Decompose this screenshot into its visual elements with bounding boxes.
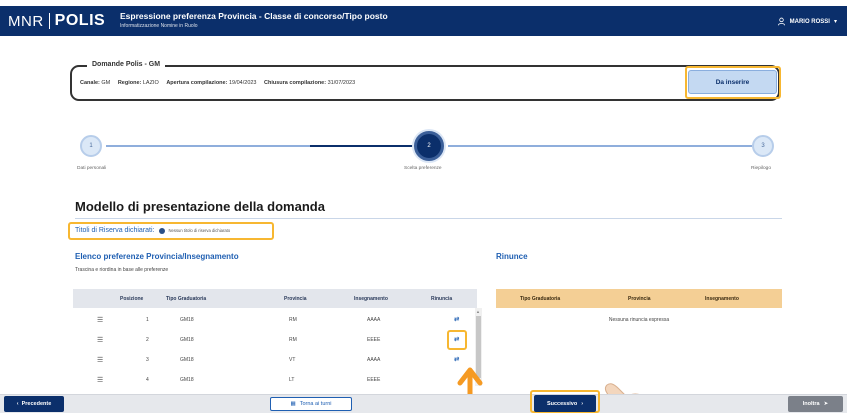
chiusura-value: 31/07/2023 xyxy=(327,80,356,86)
row-insegnamento: EEEE xyxy=(367,337,381,343)
step-1-label: Dati personali xyxy=(77,166,107,171)
rin-col-tipo: Tipo Graduatoria xyxy=(520,296,561,302)
rinunce-table-header: Tipo Graduatoria Provincia Insegnamento xyxy=(496,289,782,308)
step-2-label: Scelta preferenze xyxy=(404,166,442,171)
row-tipo: GM18 xyxy=(180,357,194,363)
apertura-label: Apertura compilazione: xyxy=(166,80,228,86)
step-1[interactable]: 1 xyxy=(80,135,102,157)
scroll-up-icon[interactable]: ▲ xyxy=(476,309,480,314)
titoli-label: Titoli di Riserva dichiarati: xyxy=(75,227,155,234)
app-logo[interactable]: MNR POLIS xyxy=(8,11,105,31)
chiusura-label: Chiusura compilazione: xyxy=(264,80,327,86)
page-title: Modello di presentazione della domanda xyxy=(75,199,325,214)
row-provincia: LT xyxy=(289,377,295,383)
next-label: Successivo xyxy=(546,400,578,407)
app-header: MNR POLIS Espressione preferenza Provinc… xyxy=(0,6,847,36)
chevron-down-icon: ▾ xyxy=(833,19,837,25)
info-icon xyxy=(158,227,165,234)
step-2[interactable]: 2 xyxy=(414,131,444,161)
row-provincia: VT xyxy=(289,357,296,363)
stepper-line-active xyxy=(310,145,415,147)
logo-separator xyxy=(48,13,50,29)
swap-highlight xyxy=(447,330,467,350)
rinunce-empty-message: Nessuna rinuncia espressa xyxy=(608,317,670,323)
domande-panel: Domande Polis - GM Canale: GM Regione: L… xyxy=(70,61,780,101)
previous-button[interactable]: ‹ Precedente xyxy=(4,396,64,412)
step-3[interactable]: 3 xyxy=(752,135,774,157)
submit-button[interactable]: Inoltra ➤ xyxy=(788,396,843,412)
user-name: MARIO ROSSI xyxy=(789,18,830,25)
row-provincia: RM xyxy=(289,337,297,343)
submit-label: Inoltra xyxy=(802,401,820,407)
send-icon: ➤ xyxy=(823,401,829,407)
row-posizione: 2 xyxy=(146,337,149,343)
logo-mnr: MNR xyxy=(8,12,44,30)
domande-legend: Domande Polis - GM xyxy=(87,61,166,68)
step-3-label: Riepilogo xyxy=(751,166,772,171)
table-row[interactable]: ☰ 3 GM18 VT AAAA ⇄ xyxy=(73,350,477,370)
user-menu[interactable]: MARIO ROSSI ▾ xyxy=(777,17,837,26)
row-insegnamento: AAAA xyxy=(367,317,381,323)
preferences-table-header: Posizione Tipo Graduatoria Provincia Ins… xyxy=(73,289,477,308)
drag-handle-icon[interactable]: ☰ xyxy=(97,376,103,384)
title-divider xyxy=(75,218,782,219)
row-insegnamento: AAAA xyxy=(367,357,381,363)
table-row[interactable]: ☰ 2 GM18 RM EEEE ⇄ xyxy=(73,330,477,350)
titoli-value: Nessun titolo di riserva dichiarato xyxy=(168,228,231,233)
swap-icon[interactable]: ⇄ xyxy=(454,355,459,363)
drag-handle-icon[interactable]: ☰ xyxy=(97,356,103,364)
row-provincia: RM xyxy=(289,317,297,323)
canale-value: GM xyxy=(101,80,111,86)
drag-handle-icon[interactable]: ☰ xyxy=(97,336,103,344)
row-tipo: GM18 xyxy=(180,317,194,323)
logo-polis: POLIS xyxy=(54,12,106,29)
col-provincia: Provincia xyxy=(284,296,307,302)
back-to-turni-button[interactable]: ▦ Torna ai turni xyxy=(270,397,352,411)
page-header-subtitle: Informatizzazione Nomine in Ruolo xyxy=(120,23,198,29)
rinunce-title: Rinunce xyxy=(496,252,528,261)
calendar-icon: ▦ xyxy=(290,401,296,407)
row-tipo: GM18 xyxy=(180,377,194,383)
regione-value: LAZIO xyxy=(142,80,159,86)
drag-handle-icon[interactable]: ☰ xyxy=(97,316,103,324)
canale-label: Canale: xyxy=(80,80,100,86)
elenco-title: Elenco preferenze Provincia/Insegnamento xyxy=(75,252,239,261)
table-row[interactable]: ☰ 4 GM18 LT EEEE xyxy=(73,370,477,390)
next-button[interactable]: Successivo › xyxy=(534,395,596,412)
back-to-turni-label: Torna ai turni xyxy=(299,401,332,407)
elenco-subtitle: Trascina e riordina in base alle prefere… xyxy=(75,267,169,273)
col-posizione: Posizione xyxy=(120,296,144,302)
apertura-value: 19/04/2023 xyxy=(228,80,257,86)
chevron-left-icon: ‹ xyxy=(16,401,19,407)
row-insegnamento: EEEE xyxy=(367,377,381,383)
footer-bar xyxy=(0,394,847,413)
previous-label: Precedente xyxy=(21,401,52,407)
swap-icon[interactable]: ⇄ xyxy=(454,315,459,323)
page-header-title: Espressione preferenza Provincia - Class… xyxy=(120,11,388,21)
stepper-line-right xyxy=(448,145,752,147)
domande-info: Canale: GM Regione: LAZIO Apertura compi… xyxy=(80,80,361,86)
chevron-right-icon: › xyxy=(581,400,584,407)
row-tipo: GM18 xyxy=(180,337,194,343)
col-tipo-graduatoria: Tipo Graduatoria xyxy=(166,296,207,302)
rin-col-provincia: Provincia xyxy=(628,296,651,302)
table-row[interactable]: ☰ 1 GM18 RM AAAA ⇄ xyxy=(73,310,477,330)
row-posizione: 1 xyxy=(146,317,149,323)
col-rinuncia: Rinuncia xyxy=(431,296,453,302)
titoli-riserva: Titoli di Riserva dichiarati: Nessun tit… xyxy=(75,227,230,234)
row-posizione: 3 xyxy=(146,357,149,363)
user-icon xyxy=(777,17,785,26)
regione-label: Regione: xyxy=(117,80,142,86)
col-insegnamento: Insegnamento xyxy=(354,296,388,302)
status-button[interactable]: Da inserire xyxy=(688,70,777,94)
rin-col-insegnamento: Insegnamento xyxy=(705,296,739,302)
row-posizione: 4 xyxy=(146,377,149,383)
